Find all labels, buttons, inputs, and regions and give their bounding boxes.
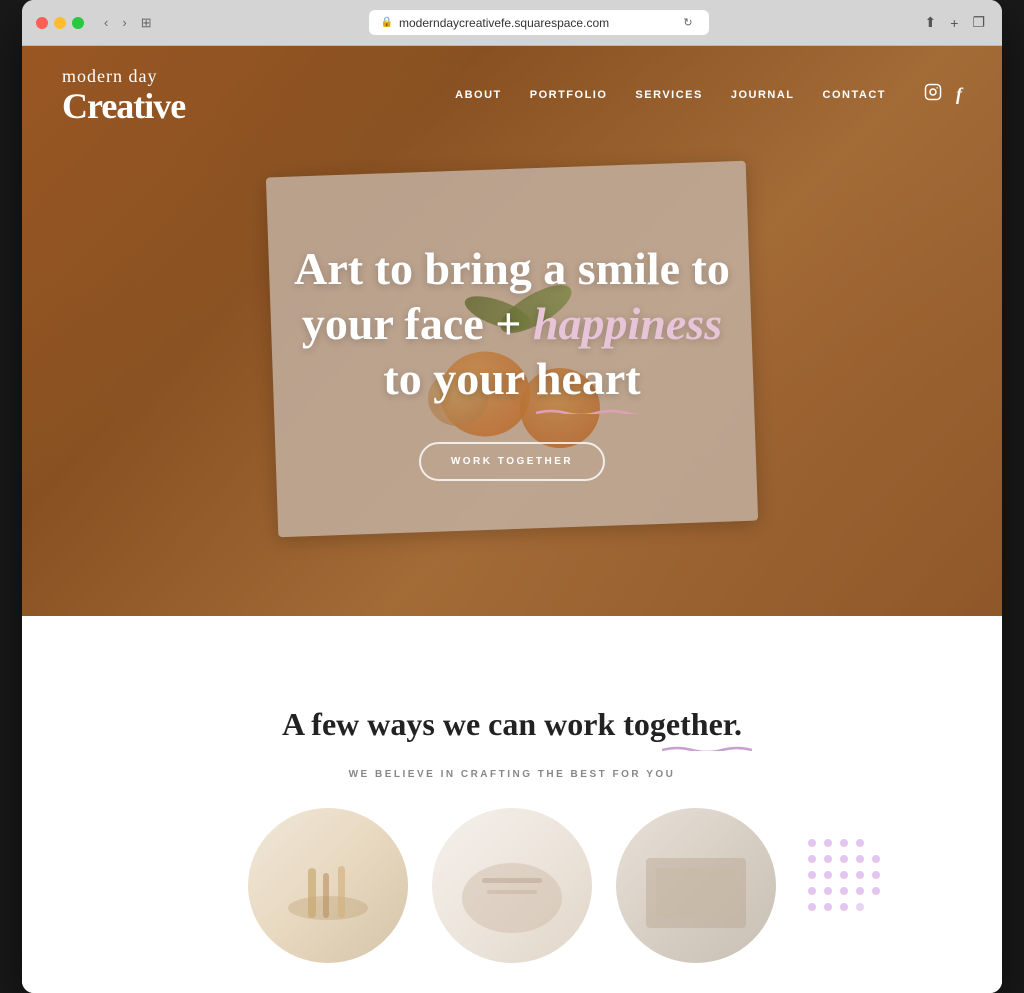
back-button[interactable]: ‹ xyxy=(100,13,112,32)
nav-about[interactable]: ABOUT xyxy=(455,89,502,101)
dots-svg xyxy=(802,833,902,933)
circle-art-3 xyxy=(616,808,776,963)
facebook-icon[interactable]: f xyxy=(956,84,962,105)
instagram-icon[interactable] xyxy=(924,83,942,106)
logo-script: modern day xyxy=(62,66,185,88)
hero-section: modern day Creative ABOUT PORTFOLIO SERV… xyxy=(22,46,1002,616)
preview-circle-3 xyxy=(616,808,776,963)
nav-contact[interactable]: CONTACT xyxy=(823,89,886,101)
section-title: A few ways we can work together. xyxy=(282,706,742,743)
nav-portfolio[interactable]: PORTFOLIO xyxy=(530,89,608,101)
minimize-button[interactable] xyxy=(54,17,66,29)
preview-area xyxy=(62,808,962,963)
wave-divider xyxy=(22,616,1002,686)
hero-title-line1: Art to bring a smile to xyxy=(294,243,730,294)
hero-title-line2: your face + happiness xyxy=(302,298,722,349)
hero-wrapper: modern day Creative ABOUT PORTFOLIO SERV… xyxy=(22,46,1002,686)
social-icons: f xyxy=(924,83,962,106)
maximize-button[interactable] xyxy=(72,17,84,29)
duplicate-tab-button[interactable]: ❐ xyxy=(969,11,988,34)
below-fold-section: A few ways we can work together. WE BELI… xyxy=(22,686,1002,993)
nav-services[interactable]: SERVICES xyxy=(635,89,702,101)
address-bar-container: 🔒 moderndaycreativefe.squarespace.com ↻ xyxy=(166,10,912,35)
wave-svg xyxy=(22,616,1002,686)
work-together-button[interactable]: WORK TOGETHER xyxy=(419,442,605,481)
hero-title: Art to bring a smile to your face + happ… xyxy=(294,241,730,407)
logo-serif: Creative xyxy=(62,88,185,124)
section-subtitle: WE BELIEVE IN CRAFTING THE BEST FOR YOU xyxy=(62,769,962,780)
lock-icon: 🔒 xyxy=(381,17,393,28)
traffic-lights xyxy=(36,17,84,29)
hero-title-line3: to your heart xyxy=(383,353,640,404)
share-button[interactable]: ⬆ xyxy=(922,11,940,34)
preview-circle-2 xyxy=(432,808,592,963)
site-header: modern day Creative ABOUT PORTFOLIO SERV… xyxy=(22,46,1002,144)
browser-controls: ‹ › ⊞ xyxy=(100,13,156,33)
url-text: moderndaycreativefe.squarespace.com xyxy=(399,16,609,30)
close-button[interactable] xyxy=(36,17,48,29)
dots-decoration xyxy=(802,833,902,933)
website-content: modern day Creative ABOUT PORTFOLIO SERV… xyxy=(22,46,1002,993)
address-bar[interactable]: 🔒 moderndaycreativefe.squarespace.com ↻ xyxy=(369,10,709,35)
reload-button[interactable]: ↻ xyxy=(679,14,696,31)
circle-art-1 xyxy=(248,808,408,963)
window-view-button[interactable]: ⊞ xyxy=(137,13,156,33)
circle-art-2 xyxy=(432,808,592,963)
forward-button[interactable]: › xyxy=(118,13,130,32)
browser-window: ‹ › ⊞ 🔒 moderndaycreativefe.squarespace.… xyxy=(22,0,1002,993)
nav-journal[interactable]: JOURNAL xyxy=(731,89,795,101)
browser-actions: ⬆ + ❐ xyxy=(922,11,988,34)
logo[interactable]: modern day Creative xyxy=(62,66,185,124)
site-nav: ABOUT PORTFOLIO SERVICES JOURNAL CONTACT xyxy=(455,83,962,106)
add-tab-button[interactable]: + xyxy=(947,12,961,34)
preview-circle-1 xyxy=(248,808,408,963)
browser-titlebar: ‹ › ⊞ 🔒 moderndaycreativefe.squarespace.… xyxy=(22,0,1002,46)
